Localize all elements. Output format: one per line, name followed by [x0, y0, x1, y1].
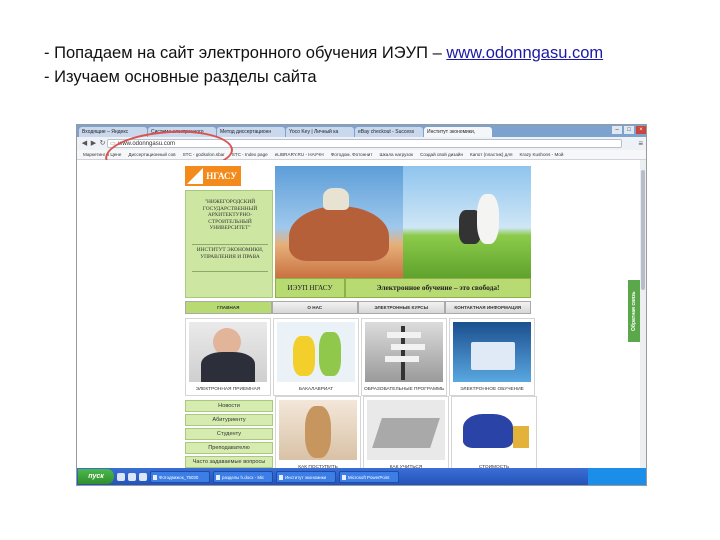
woman-figure [305, 406, 331, 458]
bookmark-item[interactable]: Создай свой дизайн [420, 150, 463, 159]
card-image [367, 400, 445, 460]
menu-applicant[interactable]: Абитуриенту [185, 414, 273, 426]
nav-courses[interactable]: ЭЛЕКТРОННЫЕ КУРСЫ [358, 301, 445, 314]
slide-line-1-text: - Попадаем на сайт электронного обучения… [44, 44, 447, 62]
card-how-to-study[interactable]: КАК УЧИТЬСЯ [363, 396, 449, 474]
system-tray [588, 468, 646, 485]
card-programs[interactable]: ОБРАЗОВАТЕЛЬНЫЕ ПРОГРАММЫ [361, 318, 447, 396]
rock-shape [289, 206, 389, 261]
logo-text: НГАСУ [206, 171, 237, 181]
minimize-icon[interactable]: – [612, 126, 622, 134]
feedback-tab[interactable]: Обратная связь [628, 280, 640, 342]
card-image [277, 322, 355, 382]
bookmark-item[interactable]: Krazy Kushons - Мой [519, 150, 563, 159]
close-icon[interactable]: × [636, 126, 646, 134]
menu-news[interactable]: Новости [185, 400, 273, 412]
slide-text-line-1: - Попадаем на сайт электронного обучения… [44, 44, 603, 63]
purse-shape [463, 414, 513, 448]
site-link[interactable]: www.odonngasu.com [446, 44, 603, 62]
browser-tab[interactable]: Yoco Key | Личный ка [286, 127, 354, 137]
keyboard-shape [372, 418, 440, 448]
taskbar-item[interactable]: Институт экономики [276, 470, 336, 483]
menu-faq[interactable]: Часто задаваемые вопросы [185, 456, 273, 468]
bookmark-item[interactable]: Капот (пластик) для [470, 150, 512, 159]
slide-text-line-2: - Изучаем основные разделы сайта [44, 68, 317, 86]
sign [385, 356, 419, 362]
maximize-icon[interactable]: □ [624, 126, 634, 134]
page-scrollbar[interactable] [640, 160, 646, 468]
start-button[interactable]: пуск [78, 469, 114, 484]
browser-screenshot: Входящие – Яндекс Система электронного М… [76, 124, 647, 486]
reload-icon[interactable]: ↻ [98, 139, 107, 148]
portrait-suit [201, 352, 255, 382]
taskbar-item[interactable]: разделы h.docx - Mic [213, 470, 273, 483]
card-admission[interactable]: КАК ПОСТУПИТЬ [275, 396, 361, 474]
quicklaunch-icon[interactable] [117, 472, 125, 481]
card-reception[interactable]: ЭЛЕКТРОННАЯ ПРИЕМНАЯ [185, 318, 271, 396]
logo-mark-icon [187, 168, 203, 184]
taskbar-item[interactable]: Фотодвижок_75030 [150, 470, 210, 483]
student-figure [319, 332, 341, 376]
quicklaunch-icon[interactable] [139, 472, 147, 481]
card-caption: ЭЛЕКТРОННАЯ ПРИЕМНАЯ [195, 387, 261, 392]
menu-teacher[interactable]: Преподавателю [185, 442, 273, 454]
sign [387, 332, 421, 338]
university-name: "НИЖЕГОРОДСКИЙ ГОСУДАРСТВЕННЫЙ АРХИТЕКТУ… [202, 199, 258, 232]
nav-about[interactable]: О НАС [271, 301, 358, 314]
card-caption: ОБРАЗОВАТЕЛЬНЫЕ ПРОГРАММЫ [364, 387, 444, 392]
card-image [189, 322, 267, 382]
coins-shape [513, 426, 529, 448]
card-image [455, 400, 533, 460]
bookmark-item[interactable]: Фотодом. Фотоннит [331, 150, 373, 159]
institute-name: ИНСТИТУТ ЭКОНОМИКИ, УПРАВЛЕНИЯ И ПРАВА [196, 247, 264, 260]
bookmark-item[interactable]: STC - Index page [232, 150, 268, 159]
card-elearning[interactable]: ЭЛЕКТРОННОЕ ОБУЧЕНИЕ [449, 318, 535, 396]
browser-tab[interactable]: eBay checkout - Success [355, 127, 423, 137]
forward-icon[interactable]: ▶ [89, 139, 98, 148]
browser-tab-active[interactable]: Институт экономики, [424, 127, 492, 137]
nav-contacts[interactable]: КОНТАКТНАЯ ИНФОРМАЦИЯ [444, 301, 531, 314]
card-image [279, 400, 357, 460]
taskbar-item[interactable]: Microsoft PowerPoint [339, 470, 399, 483]
back-icon[interactable]: ◀ [80, 139, 89, 148]
card-image [453, 322, 531, 382]
sign [391, 344, 425, 350]
student-figure [293, 336, 315, 376]
browser-tab[interactable]: Метод диссертационн [217, 127, 285, 137]
menu-student[interactable]: Студенту [185, 428, 273, 440]
card-cost[interactable]: СТОИМОСТЬ [451, 396, 537, 474]
person-relaxing [477, 194, 499, 244]
nav-home[interactable]: ГЛАВНАЯ [185, 301, 272, 314]
card-image [365, 322, 443, 382]
site-nav: ГЛАВНАЯ О НАС ЭЛЕКТРОННЫЕ КУРСЫ КОНТАКТН… [185, 301, 531, 314]
card-bachelor[interactable]: БАКАЛАВРИАТ [273, 318, 359, 396]
card-caption: ЭЛЕКТРОННОЕ ОБУЧЕНИЕ [460, 387, 524, 392]
divider [192, 271, 268, 272]
banner-image-meadow [403, 166, 531, 278]
website-page: НГАСУ "НИЖЕГОРОДСКИЙ ГОСУДАРСТВЕННЫЙ АРХ… [77, 160, 646, 474]
window-controls: – □ × [612, 126, 646, 134]
banner-image-rock [275, 166, 403, 278]
bookmark-item[interactable]: eLIBRARY.RU - НАУЧН [275, 150, 324, 159]
laptop-shape [471, 342, 515, 370]
quicklaunch-icon[interactable] [128, 472, 136, 481]
site-logo[interactable]: НГАСУ [185, 166, 241, 186]
card-caption: БАКАЛАВРИАТ [298, 387, 334, 392]
banner-label-short: ИЭУП НГАСУ [275, 278, 345, 298]
bookmark-item[interactable]: Шкала нагрузок [379, 150, 413, 159]
university-name-panel: "НИЖЕГОРОДСКИЙ ГОСУДАРСТВЕННЫЙ АРХИТЕКТУ… [185, 190, 273, 298]
banner-slogan: Электронное обучение – это свобода! [345, 278, 531, 298]
windows-taskbar: пуск Фотодвижок_75030 разделы h.docx - M… [77, 468, 646, 485]
scrollbar-thumb[interactable] [641, 170, 645, 290]
divider [192, 244, 268, 245]
menu-icon[interactable]: ≡ [638, 139, 643, 148]
person-with-laptop [323, 188, 349, 210]
